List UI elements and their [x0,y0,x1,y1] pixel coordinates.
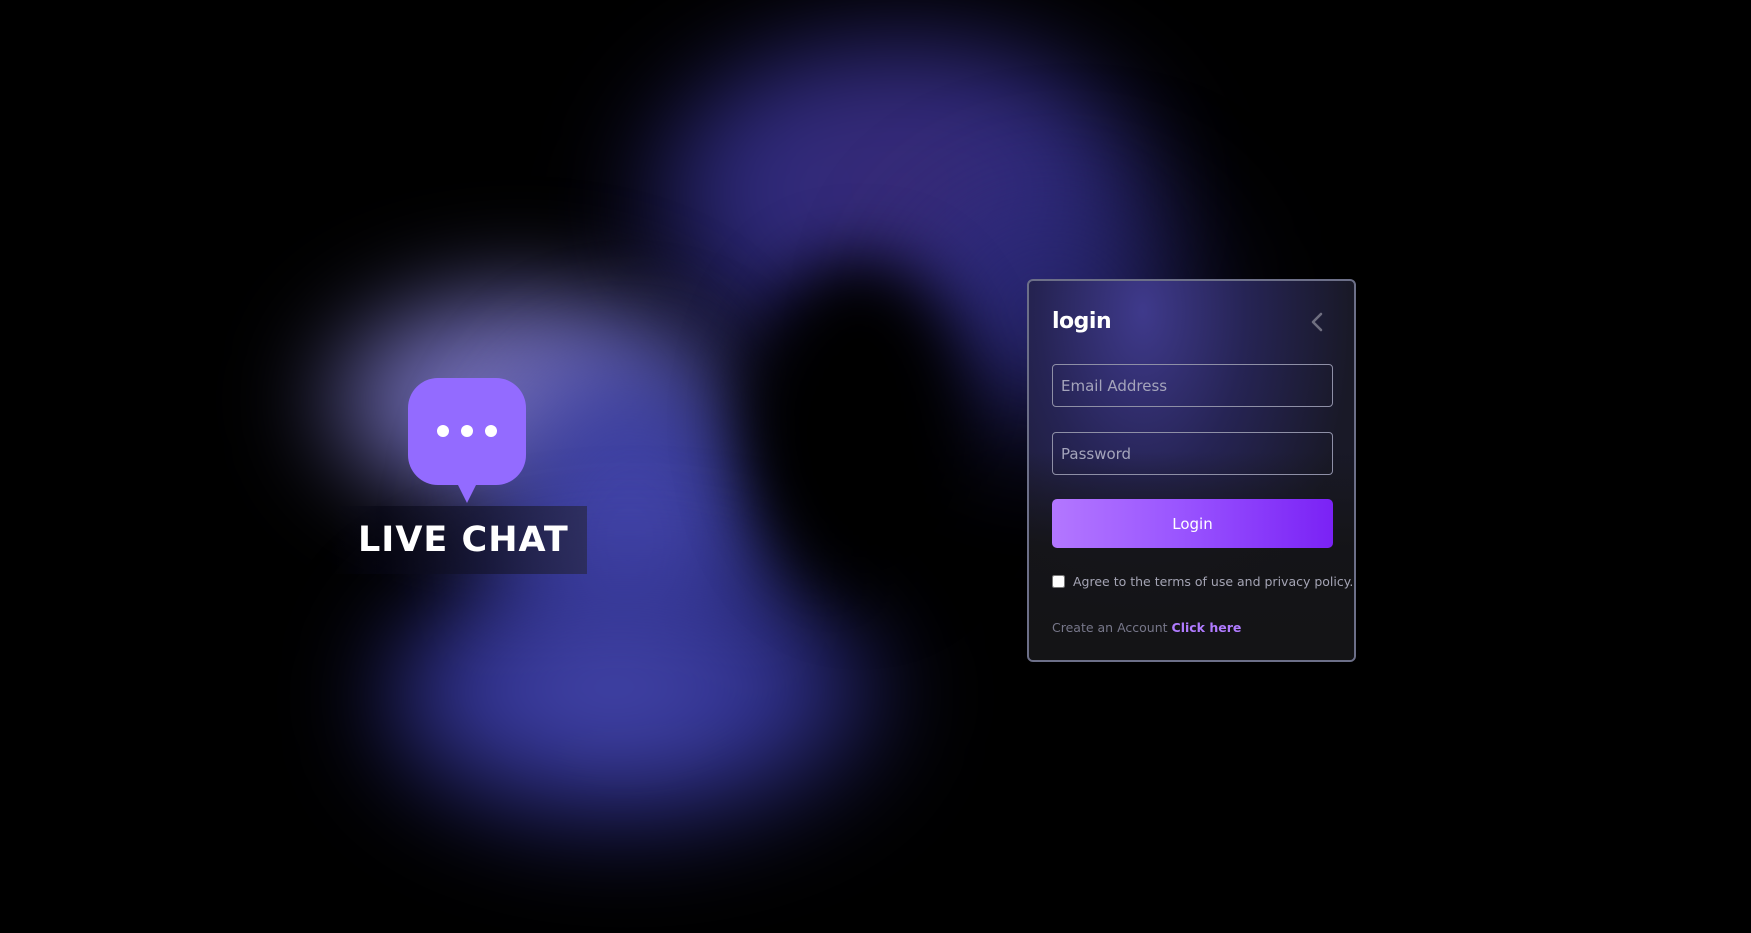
create-account-text: Create an Account [1052,620,1172,635]
app-name: LIVE CHAT [330,506,587,574]
password-field[interactable] [1052,432,1333,475]
email-field[interactable] [1052,364,1333,407]
create-account-row: Create an Account Click here [1052,620,1241,635]
terms-checkbox[interactable] [1052,575,1065,588]
login-card: login Login Agree to the terms of use an… [1027,279,1356,662]
background-shadow [730,250,990,610]
chevron-left-icon[interactable] [1308,311,1328,333]
login-page: LIVE CHAT login Login Agree to the terms… [0,0,1751,933]
login-button[interactable]: Login [1052,499,1333,548]
chat-bubble-icon [408,378,526,504]
create-account-link[interactable]: Click here [1172,620,1242,635]
login-title: login [1052,309,1112,334]
terms-row: Agree to the terms of use and privacy po… [1052,574,1353,589]
terms-label: Agree to the terms of use and privacy po… [1073,574,1354,589]
